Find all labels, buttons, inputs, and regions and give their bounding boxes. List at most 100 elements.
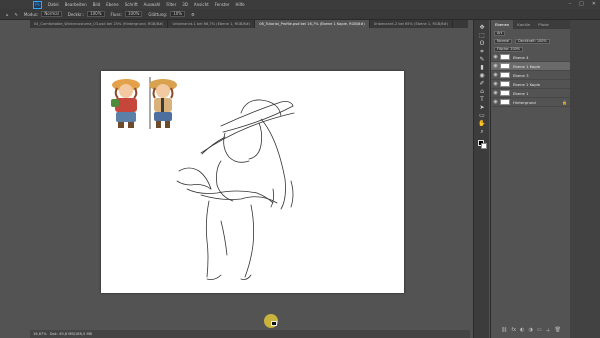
layer-row[interactable]: ◉ Ebene 2 Kopie [491, 80, 570, 89]
layer-fill-input[interactable]: Fläche: 100% [494, 46, 523, 52]
lock-icon: 🔒 [562, 99, 567, 105]
close-icon[interactable]: ✕ [592, 1, 596, 7]
link-layers-icon[interactable]: ⛓ [501, 327, 507, 334]
crop-tool-icon[interactable]: ⌗ [478, 48, 486, 55]
layer-row[interactable]: ◉ Ebene 1 [491, 89, 570, 98]
layer-row[interactable]: ◉ Hintergrund 🔒 [491, 98, 570, 107]
path-select-tool-icon[interactable]: ➤ [478, 104, 486, 111]
eraser-tool-icon[interactable]: ▮ [478, 64, 486, 71]
menu-filter[interactable]: Filter [166, 2, 176, 7]
marquee-tool-icon[interactable]: ⬚ [478, 32, 486, 39]
visibility-eye-icon[interactable]: ◉ [491, 54, 500, 60]
layer-thumbnail [500, 54, 510, 60]
reference-character-left [111, 79, 140, 128]
right-dock-strip [570, 20, 600, 338]
layer-fill-row: Fläche: 100% [491, 45, 570, 53]
layer-mask-icon[interactable]: ◐ [520, 327, 524, 334]
maximize-icon[interactable]: □ [579, 1, 584, 7]
menu-fenster[interactable]: Fenster [215, 2, 230, 7]
layer-name: Ebene 1 Kopie [513, 63, 541, 69]
document-tabs: 04_Comfortable_Wintercostume_03.psd bei … [30, 20, 468, 28]
menu-bar: Ps Datei Bearbeiten Bild Ebene Schrift A… [0, 0, 600, 9]
glaettung-input[interactable]: 10% [170, 11, 186, 17]
dodge-tool-icon[interactable]: ◉ [478, 72, 486, 79]
home-icon[interactable]: ⌂ [6, 12, 9, 17]
settings-gear-icon[interactable]: ⚙ [191, 12, 195, 17]
menu-3d[interactable]: 3D [182, 2, 188, 7]
layer-row[interactable]: ◉ Ebene 4 [491, 53, 570, 62]
panel-tab-bar: Ebenen Kanäle Pfade [491, 20, 570, 29]
document-size-readout: Dok: 49,8 MB/186,5 MB [49, 332, 93, 336]
layer-thumbnail [500, 72, 510, 78]
move-tool-icon[interactable]: ✥ [478, 24, 486, 31]
stamp-tool-icon[interactable]: ⌂ [478, 88, 486, 95]
menu-ansicht[interactable]: Ansicht [194, 2, 209, 7]
pen-tool-icon[interactable]: ✐ [478, 80, 486, 87]
adjustment-layer-icon[interactable]: ◑ [528, 327, 532, 334]
fluss-label: Fluss: [110, 11, 122, 17]
visibility-eye-icon[interactable]: ◉ [491, 72, 500, 78]
brush-icon[interactable]: ✎ [478, 56, 486, 63]
menu-schrift[interactable]: Schrift [125, 2, 138, 7]
deckkraft-input[interactable]: 100% [87, 11, 105, 17]
photoshop-logo-icon: Ps [33, 0, 42, 9]
tools-panel: ✥ ⬚ ʘ ⌗ ✎ ▮ ◉ ✐ ⌂ T ➤ ▭ ✋ ⌕ [473, 20, 489, 338]
modus-select[interactable]: Normal [41, 11, 62, 17]
visibility-eye-icon[interactable]: ◉ [491, 90, 500, 96]
hand-tool-icon[interactable]: ✋ [478, 120, 486, 127]
layer-filter-row: Art [491, 29, 570, 37]
pencil-sketch-figure [176, 99, 295, 280]
tab-document-1[interactable]: 04_Comfortable_Wintercostume_03.psd bei … [30, 20, 169, 28]
minimize-icon[interactable]: – [569, 1, 572, 7]
layer-opacity-input[interactable]: Deckkraft: 100% [515, 38, 550, 44]
new-group-icon[interactable]: ▭ [537, 327, 542, 334]
window-controls: – □ ✕ [569, 1, 596, 7]
tab-document-2[interactable]: Unbenannt-1 bei 66,7% (Ebene 1, RGB/8#) [168, 20, 256, 28]
layer-kind-filter[interactable]: Art [494, 30, 506, 36]
layer-style-icon[interactable]: fx [511, 327, 516, 334]
layer-thumbnail [500, 63, 510, 69]
tab-ebenen[interactable]: Ebenen [491, 20, 514, 29]
layer-row[interactable]: ◉ Ebene 3 [491, 71, 570, 80]
rectangle-tool-icon[interactable]: ▭ [478, 112, 486, 119]
layer-thumbnail [500, 90, 510, 96]
visibility-eye-icon[interactable]: ◉ [491, 81, 500, 87]
zoom-tool-icon[interactable]: ⌕ [478, 128, 486, 135]
menu-bild[interactable]: Bild [93, 2, 101, 7]
tab-document-active[interactable]: 06_Tutorial_Profile.psd bei 16,7% (Ebene… [255, 20, 370, 28]
menu-bearbeiten[interactable]: Bearbeiten [65, 2, 87, 7]
layer-list: ◉ Ebene 4 ◉ Ebene 1 Kopie ◉ Ebene 3 ◉ Eb… [491, 53, 570, 107]
canvas-artwork [111, 77, 295, 280]
layer-blend-row: Normal Deckkraft: 100% [491, 37, 570, 45]
layer-name: Ebene 4 [513, 54, 529, 60]
document-canvas[interactable] [101, 71, 404, 293]
zoom-readout[interactable]: 16,67% [33, 332, 47, 336]
layer-name: Ebene 3 [513, 72, 529, 78]
options-bar: ⌂ ✎ Modus: Normal Deckkr.: 100% Fluss: 1… [0, 9, 600, 20]
layer-blend-select[interactable]: Normal [494, 38, 513, 44]
menu-hilfe[interactable]: Hilfe [236, 2, 245, 7]
brush-tool-icon[interactable]: ✎ [15, 12, 18, 17]
menu-ebene[interactable]: Ebene [106, 2, 119, 7]
fluss-input[interactable]: 100% [124, 11, 143, 17]
delete-layer-icon[interactable]: 🗑 [555, 327, 561, 334]
layers-panel: Ebenen Kanäle Pfade Art Normal Deckkraft… [490, 20, 570, 338]
tab-pfade[interactable]: Pfade [534, 20, 553, 29]
visibility-eye-icon[interactable]: ◉ [491, 63, 500, 69]
tab-document-4[interactable]: Unbenannt-2 bei 65% (Ebene 1, RGB/8#) [370, 20, 454, 28]
background-color-swatch[interactable] [481, 143, 487, 149]
layer-row-selected[interactable]: ◉ Ebene 1 Kopie [491, 62, 570, 71]
cursor-icon [271, 321, 277, 326]
layer-name: Hintergrund [513, 99, 536, 105]
layer-name: Ebene 1 [513, 90, 529, 96]
tab-kanaele[interactable]: Kanäle [513, 20, 534, 29]
layer-name: Ebene 2 Kopie [513, 81, 541, 87]
type-tool-icon[interactable]: T [478, 96, 486, 103]
status-bar: 16,67% Dok: 49,8 MB/186,5 MB [30, 330, 470, 338]
menu-auswahl[interactable]: Auswahl [144, 2, 161, 7]
lasso-tool-icon[interactable]: ʘ [478, 40, 486, 47]
reference-character-right [149, 79, 177, 128]
new-layer-icon[interactable]: ＋ [546, 327, 551, 334]
visibility-eye-icon[interactable]: ◉ [491, 99, 500, 105]
menu-datei[interactable]: Datei [48, 2, 59, 7]
